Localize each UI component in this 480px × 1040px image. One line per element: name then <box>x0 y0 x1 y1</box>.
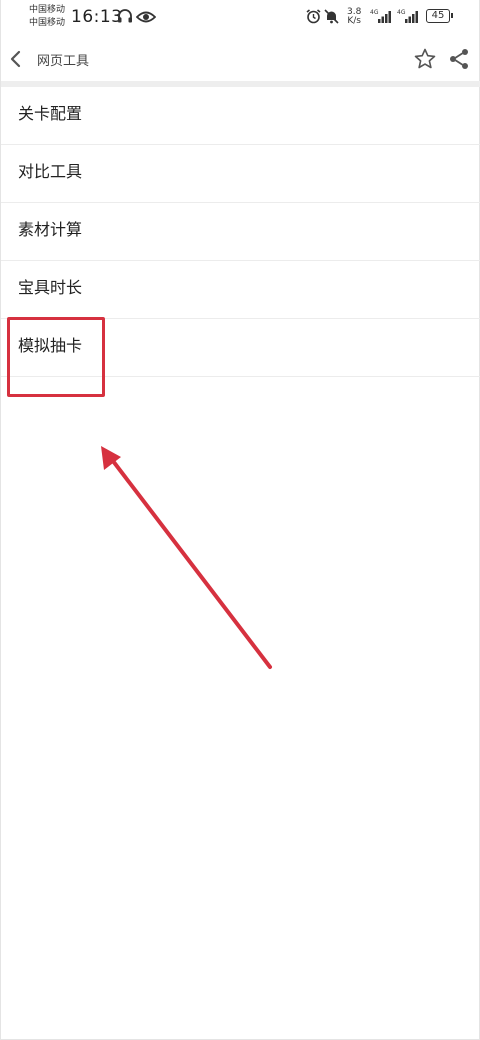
battery-icon: 45 <box>426 9 453 23</box>
menu-item-label: 素材计算 <box>18 220 83 239</box>
menu-item-label: 关卡配置 <box>18 104 83 123</box>
menu-item-label: 模拟抽卡 <box>18 336 83 355</box>
star-outline-icon[interactable] <box>413 47 437 71</box>
alarm-icon <box>306 9 321 24</box>
annotation-arrow-head <box>101 446 121 470</box>
status-bar: 中国移动 中国移动 16:13 3.8 K/s 4G 4G 45 <box>1 0 480 36</box>
eye-icon <box>136 11 156 23</box>
headphone-icon <box>118 9 132 23</box>
screen: 中国移动 中国移动 16:13 3.8 K/s 4G 4G 45 网页工具 关卡… <box>0 0 480 1040</box>
network-speed-unit: K/s <box>347 16 361 26</box>
menu-item-material-calc[interactable]: 素材计算 <box>1 203 480 261</box>
annotation-arrow-shaft <box>111 459 272 669</box>
network-speed: 3.8 K/s <box>347 8 361 26</box>
menu-item-label: 对比工具 <box>18 162 83 181</box>
toolbar: 网页工具 <box>1 36 480 82</box>
carrier-2: 中国移动 <box>29 18 66 28</box>
page-title: 网页工具 <box>37 54 90 69</box>
chevron-left-icon[interactable] <box>7 48 25 70</box>
menu-item-gacha-simulator[interactable]: 模拟抽卡 <box>1 319 480 377</box>
signal-strength-icon <box>378 11 391 23</box>
share-icon[interactable] <box>448 47 470 71</box>
carrier-1: 中国移动 <box>29 5 66 15</box>
notification-muted-icon <box>324 9 339 24</box>
tool-menu-list: 关卡配置 对比工具 素材计算 宝具时长 模拟抽卡 <box>1 87 480 377</box>
menu-item-level-config[interactable]: 关卡配置 <box>1 87 480 145</box>
menu-item-compare-tool[interactable]: 对比工具 <box>1 145 480 203</box>
battery-level: 45 <box>431 10 445 21</box>
status-time: 16:13 <box>71 7 123 27</box>
carrier-info: 中国移动 中国移动 <box>29 4 65 30</box>
menu-item-np-duration[interactable]: 宝具时长 <box>1 261 480 319</box>
menu-item-label: 宝具时长 <box>18 278 83 297</box>
signal-strength-icon <box>405 11 418 23</box>
